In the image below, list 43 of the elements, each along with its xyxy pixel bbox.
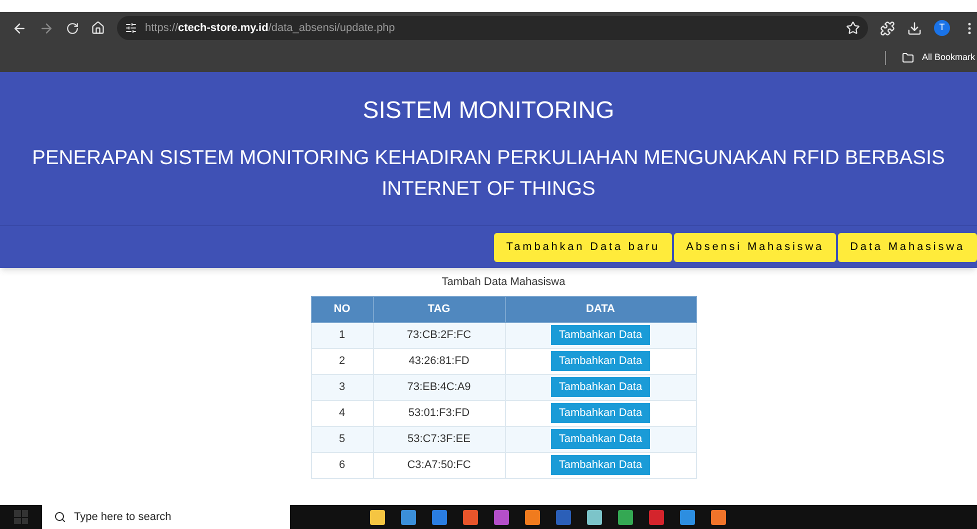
table-cell: C3:A7:50:FC bbox=[373, 452, 505, 478]
nav-button[interactable]: Tambahkan Data baru bbox=[494, 232, 672, 262]
table-cell: 53:01:F3:FD bbox=[373, 400, 505, 426]
table-cell: 6 bbox=[311, 452, 373, 478]
table-cell: 3 bbox=[311, 374, 373, 400]
site-settings-icon[interactable] bbox=[125, 22, 137, 34]
column-header: NO bbox=[311, 296, 373, 322]
add-data-button[interactable]: Tambahkan Data bbox=[550, 429, 650, 449]
star-icon[interactable] bbox=[846, 21, 860, 35]
table-cell: 1 bbox=[311, 322, 373, 348]
column-header: DATA bbox=[505, 296, 696, 322]
nav-button[interactable]: Data Mahasiswa bbox=[838, 232, 977, 262]
bookmarks-label[interactable]: All Bookmark bbox=[922, 51, 975, 65]
profile-avatar[interactable]: T bbox=[934, 20, 950, 36]
add-data-button[interactable]: Tambahkan Data bbox=[550, 325, 650, 345]
url-text: https://ctech-store.my.id/data_absensi/update.php bbox=[145, 20, 396, 36]
start-icon[interactable] bbox=[14, 510, 28, 524]
column-header: TAG bbox=[373, 296, 505, 322]
table-cell: 73:CB:2F:FC bbox=[373, 322, 505, 348]
extensions-icon[interactable] bbox=[880, 20, 895, 36]
table-cell: 43:26:81:FD bbox=[373, 348, 505, 374]
download-icon[interactable] bbox=[907, 20, 922, 36]
reload-icon[interactable] bbox=[66, 22, 79, 34]
table-cell: 4 bbox=[311, 400, 373, 426]
add-data-button[interactable]: Tambahkan Data bbox=[550, 351, 650, 371]
table-cell: 5 bbox=[311, 426, 373, 452]
back-icon[interactable] bbox=[12, 20, 27, 36]
search-icon bbox=[54, 511, 66, 523]
folder-icon[interactable] bbox=[902, 52, 914, 64]
address-bar[interactable]: https://ctech-store.my.id/data_absensi/update.php bbox=[117, 16, 868, 40]
page-title: SISTEM MONITORING bbox=[362, 96, 614, 126]
add-data-button[interactable]: Tambahkan Data bbox=[550, 377, 650, 397]
add-data-button[interactable]: Tambahkan Data bbox=[550, 403, 650, 423]
taskbar-search-field[interactable]: Type here to search bbox=[42, 505, 290, 529]
page-subtitle: PENERAPAN SISTEM MONITORING KEHADIRAN PERKULIAHAN MENGUNAKAN RFID BERBASIS INTERNET OF THINGS bbox=[31, 146, 946, 202]
home-icon[interactable] bbox=[91, 21, 105, 35]
add-data-button[interactable]: Tambahkan Data bbox=[550, 455, 650, 475]
table-cell: 2 bbox=[311, 348, 373, 374]
nav-button[interactable]: Absensi Mahasiswa bbox=[674, 232, 836, 262]
table-cell: 73:EB:4C:A9 bbox=[373, 374, 505, 400]
table-cell: 53:C7:3F:EE bbox=[373, 426, 505, 452]
forward-icon[interactable] bbox=[39, 20, 54, 36]
table-caption: Tambah Data Mahasiswa bbox=[440, 275, 566, 290]
